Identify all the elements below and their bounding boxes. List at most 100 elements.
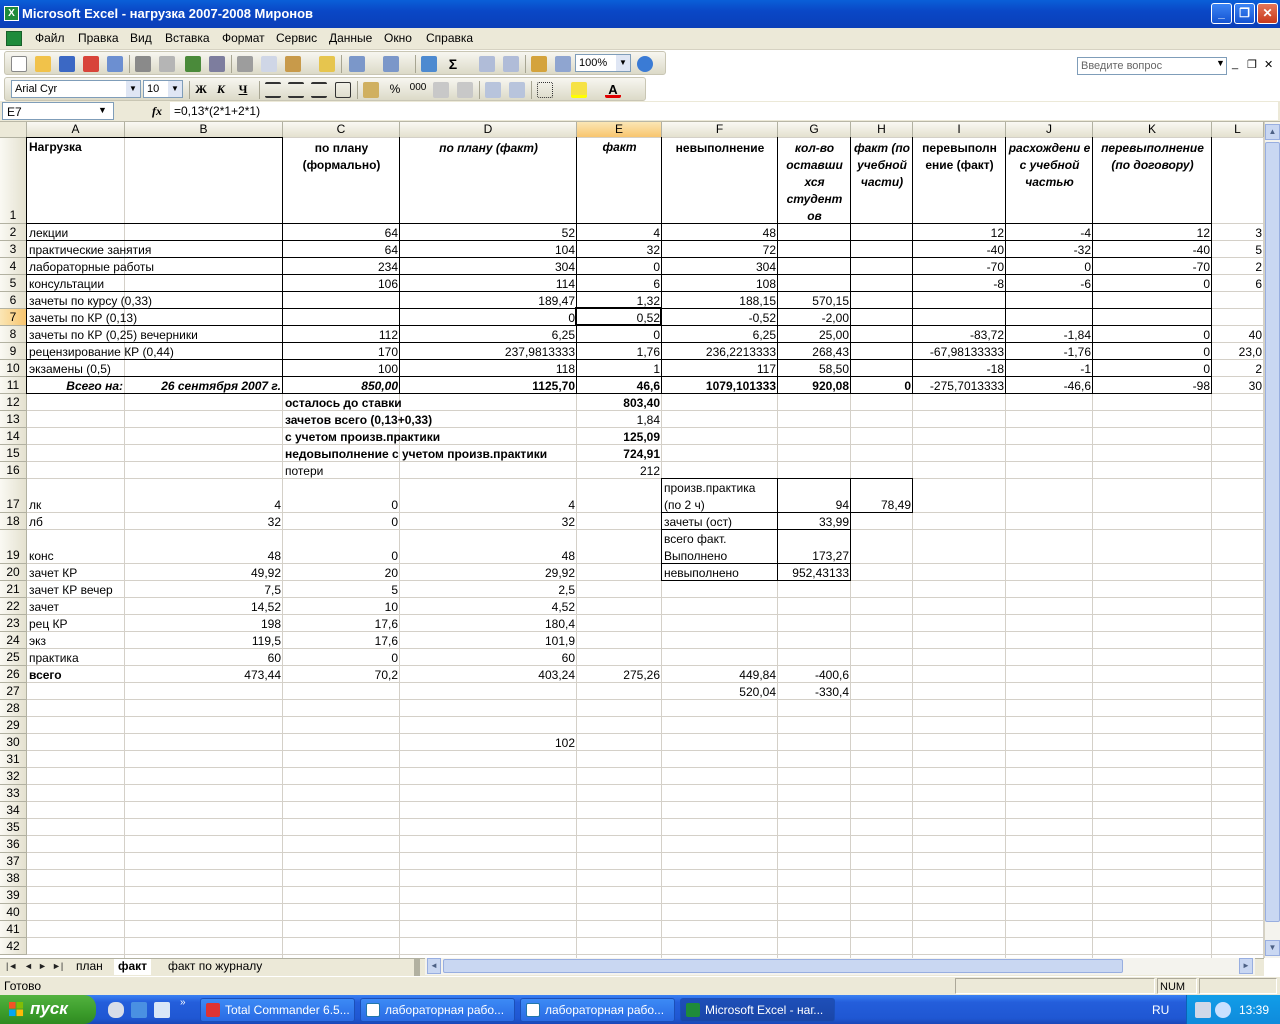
doc-restore-icon[interactable]: ❐	[1247, 58, 1257, 71]
underline-button[interactable]: Ч	[235, 82, 251, 98]
increase-indent-icon[interactable]	[509, 82, 525, 98]
name-box-dropdown-icon[interactable]: ▼	[98, 105, 107, 115]
tray-volume-icon[interactable]	[1215, 1002, 1231, 1018]
task-total-commander[interactable]: Total Commander 6.5...	[200, 998, 355, 1022]
row-header-20[interactable]: 20	[0, 564, 27, 581]
task-word-2[interactable]: лабораторная рабо...	[520, 998, 675, 1022]
spelling-icon[interactable]	[185, 56, 201, 72]
chart-wizard-icon[interactable]	[531, 56, 547, 72]
quicklaunch-ie-icon[interactable]	[131, 1002, 147, 1018]
increase-decimal-icon[interactable]	[433, 82, 449, 98]
column-header-l[interactable]: L	[1212, 122, 1264, 138]
row-header-4[interactable]: 4	[0, 258, 27, 275]
menu-edit[interactable]: Правка	[78, 31, 119, 45]
row-header-28[interactable]: 28	[0, 700, 27, 717]
undo-icon[interactable]	[349, 56, 365, 72]
row-header-34[interactable]: 34	[0, 802, 27, 819]
column-header-d[interactable]: D	[400, 122, 577, 138]
insert-function-icon[interactable]: fx	[152, 104, 162, 119]
column-header-h[interactable]: H	[851, 122, 913, 138]
row-header-31[interactable]: 31	[0, 751, 27, 768]
formula-input[interactable]: =0,13*(2*1+2*1)	[170, 102, 1278, 120]
row-header-36[interactable]: 36	[0, 836, 27, 853]
scroll-right-icon[interactable]: ►	[1239, 958, 1253, 974]
thousands-button[interactable]: 000	[407, 82, 429, 98]
row-header-11[interactable]: 11	[0, 377, 27, 394]
task-excel[interactable]: Microsoft Excel - наг...	[680, 998, 835, 1022]
row-header-33[interactable]: 33	[0, 785, 27, 802]
redo-icon[interactable]	[383, 56, 399, 72]
select-all-corner[interactable]	[0, 122, 27, 138]
row-header-5[interactable]: 5	[0, 275, 27, 292]
permission-icon[interactable]	[83, 56, 99, 72]
row-header-30[interactable]: 30	[0, 734, 27, 751]
column-header-f[interactable]: F	[662, 122, 778, 138]
row-header-29[interactable]: 29	[0, 717, 27, 734]
close-button[interactable]: ✕	[1257, 3, 1278, 24]
row-header-3[interactable]: 3	[0, 241, 27, 258]
save-icon[interactable]	[59, 56, 75, 72]
row-header-17[interactable]: 17	[0, 479, 27, 513]
percent-button[interactable]: %	[387, 82, 403, 98]
autosum-icon[interactable]: Σ	[445, 56, 461, 72]
menu-file[interactable]: Файл	[35, 31, 65, 45]
drawing-icon[interactable]	[555, 56, 571, 72]
quicklaunch-desktop-icon[interactable]	[154, 1002, 170, 1018]
row-header-42[interactable]: 42	[0, 938, 27, 955]
start-button[interactable]: пуск	[0, 995, 96, 1024]
open-icon[interactable]	[35, 56, 51, 72]
format-painter-icon[interactable]	[319, 56, 335, 72]
minimize-button[interactable]: _	[1211, 3, 1232, 24]
next-sheet-icon[interactable]: ►	[38, 961, 47, 971]
menu-window[interactable]: Окно	[384, 31, 412, 45]
first-sheet-icon[interactable]: |◄	[6, 961, 17, 971]
menu-tools[interactable]: Сервис	[276, 31, 317, 45]
row-header-24[interactable]: 24	[0, 632, 27, 649]
menu-insert[interactable]: Вставка	[165, 31, 210, 45]
menu-format[interactable]: Формат	[222, 31, 265, 45]
row-header-12[interactable]: 12	[0, 394, 27, 411]
menu-help[interactable]: Справка	[426, 31, 473, 45]
vertical-scrollbar[interactable]: ▲ ▼	[1264, 122, 1280, 958]
column-header-e[interactable]: E	[577, 122, 662, 138]
column-header-c[interactable]: C	[283, 122, 400, 138]
doc-close-icon[interactable]: ✕	[1264, 58, 1273, 71]
sheet-tab-plan[interactable]: план	[72, 959, 107, 975]
currency-icon[interactable]	[363, 82, 379, 98]
row-header-2[interactable]: 2	[0, 224, 27, 241]
font-name-select[interactable]: Arial Cyr ▼	[11, 80, 141, 98]
row-header-40[interactable]: 40	[0, 904, 27, 921]
menu-view[interactable]: Вид	[130, 31, 152, 45]
prev-sheet-icon[interactable]: ◄	[24, 961, 33, 971]
column-header-b[interactable]: B	[125, 122, 283, 138]
sheet-tab-fact-journal[interactable]: факт по журналу	[164, 959, 266, 975]
row-header-15[interactable]: 15	[0, 445, 27, 462]
sort-descending-icon[interactable]	[503, 56, 519, 72]
email-icon[interactable]	[107, 56, 123, 72]
column-header-a[interactable]: A	[27, 122, 125, 138]
doc-minimize-icon[interactable]: _	[1232, 58, 1238, 70]
maximize-button[interactable]: ❐	[1234, 3, 1255, 24]
row-header-37[interactable]: 37	[0, 853, 27, 870]
last-sheet-icon[interactable]: ►|	[52, 961, 63, 971]
sheet-tab-fact[interactable]: факт	[114, 959, 152, 975]
row-header-22[interactable]: 22	[0, 598, 27, 615]
italic-button[interactable]: К	[213, 82, 229, 98]
workbook-icon[interactable]	[6, 31, 22, 46]
cut-icon[interactable]	[237, 56, 253, 72]
row-header-7[interactable]: 7	[0, 309, 27, 326]
tray-network-icon[interactable]	[1195, 1002, 1211, 1018]
tab-split-handle[interactable]	[414, 959, 420, 976]
zoom-select[interactable]: 100% ▼	[575, 54, 631, 72]
row-header-14[interactable]: 14	[0, 428, 27, 445]
research-icon[interactable]	[209, 56, 225, 72]
row-header-35[interactable]: 35	[0, 819, 27, 836]
align-right-icon[interactable]	[311, 82, 327, 98]
scroll-left-icon[interactable]: ◄	[427, 958, 441, 974]
hyperlink-icon[interactable]	[421, 56, 437, 72]
align-left-icon[interactable]	[265, 82, 281, 98]
column-header-g[interactable]: G	[778, 122, 851, 138]
row-header-1[interactable]: 1	[0, 138, 27, 224]
column-header-k[interactable]: K	[1093, 122, 1212, 138]
row-header-9[interactable]: 9	[0, 343, 27, 360]
